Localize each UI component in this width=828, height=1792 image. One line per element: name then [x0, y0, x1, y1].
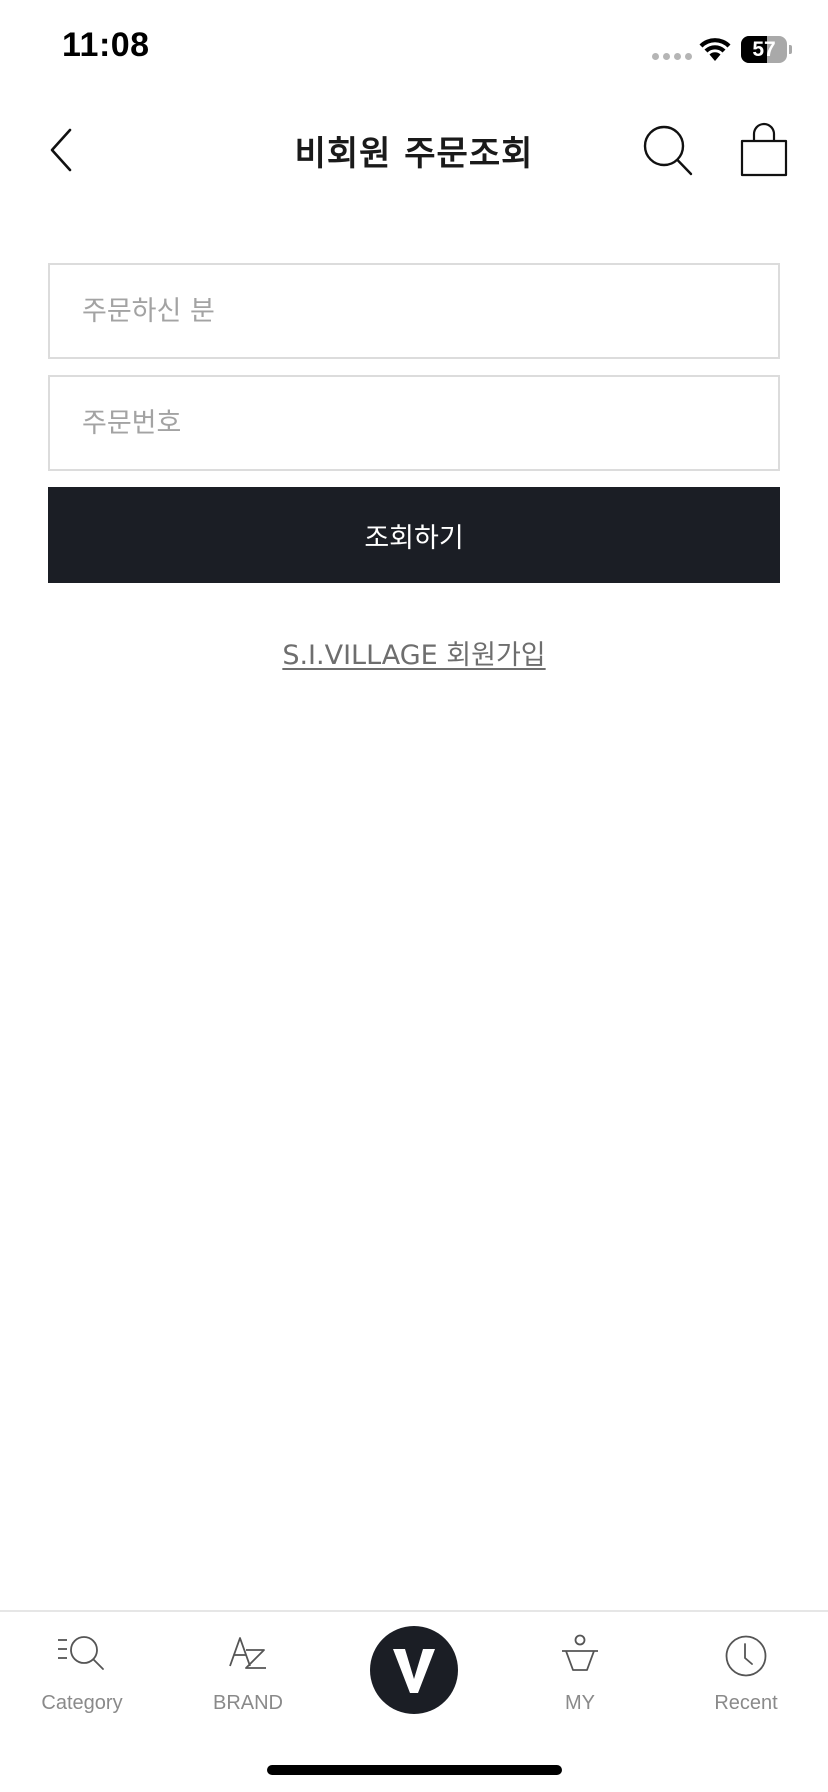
cellular-signal-icon — [652, 53, 692, 60]
nav-label-brand: BRAND — [212, 1692, 283, 1714]
v-logo-icon — [393, 1649, 435, 1693]
my-person-icon — [562, 1634, 598, 1671]
battery-icon: 57 — [741, 36, 792, 63]
nav-label-category: Category — [41, 1692, 123, 1714]
clock-icon — [725, 1635, 767, 1677]
screen: 11:08 57 비회원 주문조회 주문하신 분 주문번호 조회하기 S.I.V… — [0, 0, 828, 1792]
category-search-icon — [58, 1636, 104, 1670]
page-title: 비회원 주문조회 — [294, 134, 534, 174]
nav-item-category[interactable]: Category — [12, 1612, 152, 1732]
nav-label-my: MY — [565, 1692, 595, 1714]
search-button[interactable] — [640, 122, 696, 180]
nav-item-my[interactable]: MY — [510, 1612, 650, 1732]
nav-label-recent: Recent — [714, 1692, 778, 1714]
wifi-icon — [699, 38, 731, 61]
battery-level: 57 — [752, 38, 776, 61]
header: 비회원 주문조회 — [0, 100, 828, 200]
shopping-bag-button[interactable] — [738, 122, 790, 180]
search-icon — [643, 125, 693, 176]
status-time: 11:08 — [62, 26, 150, 64]
home-button[interactable] — [370, 1626, 458, 1714]
order-number-input[interactable] — [48, 375, 780, 471]
status-bar: 11:08 57 — [0, 0, 828, 100]
orderer-name-input[interactable] — [48, 263, 780, 359]
home-indicator — [267, 1765, 562, 1775]
signup-link[interactable]: S.I.VILLAGE 회원가입 — [48, 633, 780, 672]
guest-order-lookup-form: 조회하기 S.I.VILLAGE 회원가입 — [48, 263, 780, 672]
brand-az-icon — [229, 1637, 266, 1669]
nav-item-brand[interactable]: BRAND — [178, 1612, 318, 1732]
nav-item-recent[interactable]: Recent — [676, 1612, 816, 1732]
lookup-button[interactable]: 조회하기 — [48, 487, 780, 583]
shopping-bag-icon — [740, 122, 788, 177]
